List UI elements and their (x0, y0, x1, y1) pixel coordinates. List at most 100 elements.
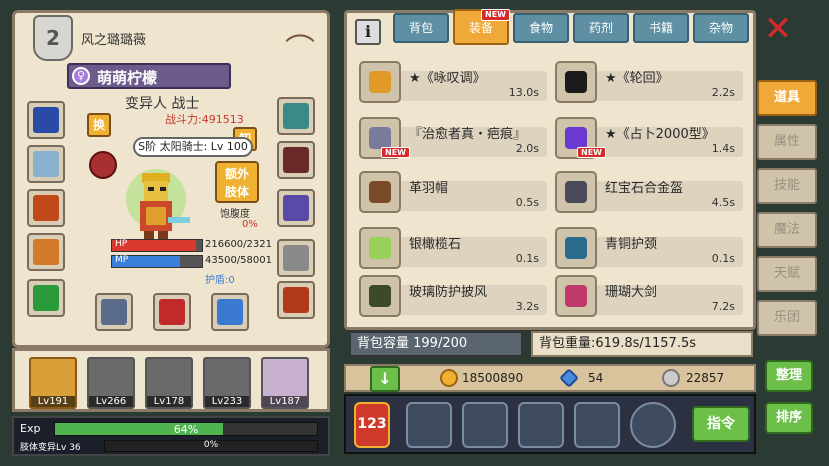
inventory-item[interactable]: 3.2s 玻璃防护披风 (359, 275, 549, 317)
party-member-level: Lv266 (89, 396, 133, 407)
skill-slot-4-icon[interactable] (574, 402, 620, 448)
skill-slot-3-icon[interactable] (518, 402, 564, 448)
slot-boots[interactable] (277, 281, 315, 319)
side-tab-band[interactable]: 乐团 (757, 300, 817, 336)
swap-button[interactable]: 换 (87, 113, 111, 137)
item-weight: 13.0s (508, 86, 539, 99)
party-member-3[interactable]: Lv178 (145, 357, 193, 409)
slot-empty[interactable] (277, 239, 315, 277)
party-member-level: Lv178 (147, 396, 191, 407)
tab-potion[interactable]: 药剂 (573, 13, 629, 43)
download-icon[interactable]: ↓ (370, 366, 400, 392)
skill-slot-2-icon[interactable] (462, 402, 508, 448)
wardrobe-hanger-icon[interactable]: ⌒ (280, 25, 320, 69)
party-member-2[interactable]: Lv266 (87, 357, 135, 409)
tab-backpack[interactable]: 背包 (393, 13, 449, 43)
item-icon (555, 227, 597, 269)
tab-label: 装备 (468, 21, 493, 35)
close-icon[interactable]: ✕ (762, 12, 794, 46)
slot-weapon-axe[interactable] (95, 293, 133, 331)
party-member-level: Lv233 (205, 396, 249, 407)
slot-helmet[interactable] (277, 141, 315, 179)
inventory-item[interactable]: 2.0s 『治愈者真・疤痕』 NEW (359, 117, 549, 159)
side-tab-label: 道具 (773, 90, 800, 105)
slot-shield[interactable] (277, 97, 315, 135)
item-glyph-icon (565, 127, 587, 149)
side-tab-items[interactable]: 道具 (757, 80, 817, 116)
extra-limb-button[interactable]: 额外 肢体 (215, 161, 259, 203)
inventory-item[interactable]: 4.5s 红宝石合金盔 (555, 171, 745, 213)
backpack-weight: 背包重量:619.8s/1157.5s (531, 331, 753, 357)
mp-value: 43500/58001 (205, 255, 272, 266)
side-tab-talent[interactable]: 天赋 (757, 256, 817, 292)
hp-label: HP (115, 239, 128, 249)
item-glyph-icon (369, 285, 391, 307)
slot-gloves[interactable] (277, 189, 315, 227)
party-bar: Lv191 Lv266 Lv178 Lv233 Lv187 (12, 348, 330, 412)
slot-belt[interactable] (27, 233, 65, 271)
item-weight: 3.2s (515, 300, 539, 313)
item-weight: 0.1s (711, 252, 735, 265)
inventory-item[interactable]: 0.1s 青铜护颈 (555, 227, 745, 269)
exp-percent: 64% (173, 423, 199, 436)
party-member-5[interactable]: Lv187 (261, 357, 309, 409)
race-class: 变异人 战士 (125, 96, 200, 112)
command-button[interactable]: 指令 (692, 406, 750, 442)
item-icon (359, 227, 401, 269)
gold-amount: 18500890 (462, 371, 524, 385)
inventory-item[interactable]: 0.5s 革羽帽 (359, 171, 549, 213)
character-name-plate: ♀ 萌萌柠檬 (67, 63, 231, 89)
tab-equipment[interactable]: NEW 装备 (453, 9, 510, 45)
slot-weapon-sword[interactable] (153, 293, 191, 331)
inventory-item[interactable]: 13.0s ★《咏叹调》 (359, 61, 549, 103)
tab-food[interactable]: 食物 (513, 13, 569, 43)
item-name: 银橄榄石 (409, 237, 462, 252)
gold-coin-icon (440, 369, 458, 387)
side-tab-magic[interactable]: 魔法 (757, 212, 817, 248)
inventory-item[interactable]: 2.2s ★《轮回》 (555, 61, 745, 103)
item-weight: 7.2s (711, 300, 735, 313)
order-button[interactable]: 排序 (765, 402, 813, 434)
mp-label: MP (115, 255, 129, 265)
slot-armor[interactable] (27, 189, 65, 227)
item-icon (555, 171, 597, 213)
inventory-item[interactable]: 7.2s 珊瑚大剑 (555, 275, 745, 317)
item-icon (555, 275, 597, 317)
item-glyph-icon (369, 71, 391, 93)
skill-slot-5-icon[interactable] (630, 402, 676, 448)
slot-ring[interactable] (27, 279, 65, 317)
side-tab-attributes[interactable]: 属性 (757, 124, 817, 160)
tab-misc[interactable]: 杂物 (693, 13, 749, 43)
info-button[interactable]: i (355, 19, 381, 45)
item-glyph-icon (369, 181, 391, 203)
hotkey-toggle-icon[interactable]: 123 (354, 402, 390, 448)
item-name: 珊瑚大剑 (605, 285, 658, 300)
inventory-item[interactable]: 1.4s ★《占卜2000型》 NEW (555, 117, 745, 159)
inventory-item[interactable]: 0.1s 银橄榄石 (359, 227, 549, 269)
slot-necklace[interactable] (27, 145, 65, 183)
party-member-1[interactable]: Lv191 (29, 357, 77, 409)
hunger-label: 饱腹度 (220, 209, 250, 220)
side-tab-skills[interactable]: 技能 (757, 168, 817, 204)
sort-button[interactable]: 整理 (765, 360, 813, 392)
tab-label: 书籍 (648, 21, 673, 35)
item-weight: 2.0s (515, 142, 539, 155)
slot-weapon-fish[interactable] (211, 293, 249, 331)
slot-weapon-offhand[interactable] (27, 101, 65, 139)
side-tab-label: 乐团 (773, 310, 800, 325)
class-emblem-icon[interactable] (89, 151, 117, 179)
item-glyph-icon (565, 181, 587, 203)
item-name: ★《占卜2000型》 (605, 127, 715, 142)
skill-slot-1-icon[interactable] (406, 402, 452, 448)
guild-badge-icon[interactable]: 2 (33, 15, 73, 61)
item-name: 青铜护颈 (605, 237, 658, 252)
item-glyph-icon (565, 71, 587, 93)
tab-books[interactable]: 书籍 (633, 13, 689, 43)
character-name: 萌萌柠檬 (97, 69, 158, 87)
new-badge: NEW (481, 9, 510, 21)
gem-amount: 54 (588, 371, 604, 385)
item-icon (359, 61, 401, 103)
hp-value: 216600/2321 (205, 239, 272, 250)
party-member-4[interactable]: Lv233 (203, 357, 251, 409)
item-name: 『治愈者真・疤痕』 (409, 127, 527, 142)
